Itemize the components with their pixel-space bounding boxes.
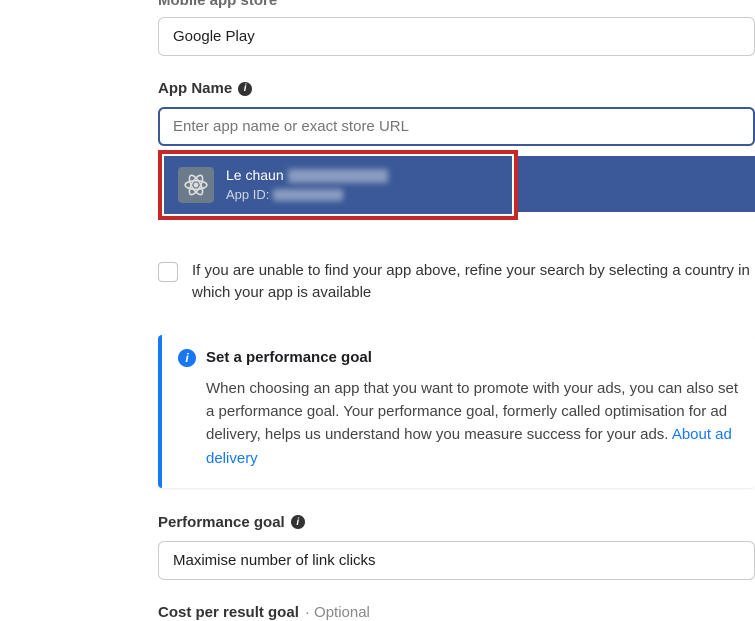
atom-icon (183, 172, 209, 198)
app-id-label: App ID: (226, 187, 269, 202)
cost-per-result-goal-label: Cost per result goal · Optional (158, 604, 755, 621)
info-icon[interactable]: i (238, 82, 252, 96)
performance-goal-select[interactable]: Maximise number of link clicks (158, 541, 755, 580)
app-suggestion-name: Le chaun (226, 167, 284, 183)
info-panel-title: Set a performance goal (206, 349, 372, 366)
dropdown-background-extend (518, 156, 755, 212)
app-suggestion-text: Le chaun App ID: (226, 166, 388, 204)
info-icon[interactable]: i (291, 515, 305, 529)
refine-search-text: If you are unable to find your app above… (192, 260, 755, 305)
mobile-app-store-select[interactable]: Google Play (158, 17, 755, 56)
app-icon (178, 167, 214, 203)
refine-search-checkbox[interactable] (158, 262, 178, 282)
app-suggestion-highlight: Le chaun App ID: (158, 150, 518, 220)
redacted-text (288, 169, 388, 183)
info-icon: i (178, 349, 196, 367)
optional-label: · Optional (305, 604, 370, 621)
performance-goal-label-text: Performance goal (158, 514, 285, 531)
app-suggestion-item[interactable]: Le chaun App ID: (164, 156, 512, 214)
app-name-input[interactable] (158, 107, 755, 146)
mobile-app-store-label: Mobile app store (158, 0, 755, 9)
redacted-text (273, 189, 343, 201)
app-name-label-text: App Name (158, 80, 232, 97)
info-panel-body-text: When choosing an app that you want to pr… (206, 380, 738, 444)
cost-per-result-label-text: Cost per result goal (158, 604, 299, 621)
performance-goal-info-panel: i Set a performance goal When choosing a… (158, 335, 755, 488)
info-panel-body: When choosing an app that you want to pr… (178, 377, 739, 470)
app-name-label: App Name i (158, 80, 755, 97)
performance-goal-label: Performance goal i (158, 514, 755, 531)
